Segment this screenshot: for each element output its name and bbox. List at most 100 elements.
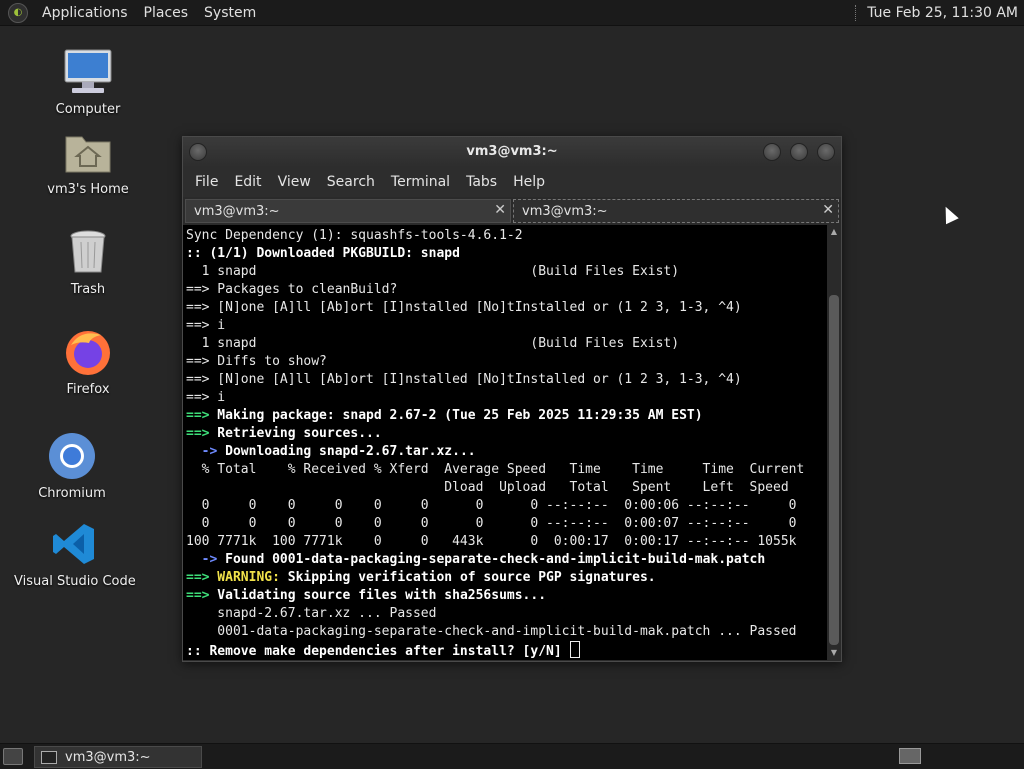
- tab-1[interactable]: vm3@vm3:~ ✕: [185, 199, 511, 223]
- home-folder-icon: [60, 124, 116, 180]
- terminal-text: ==>: [186, 588, 210, 603]
- terminal-text: Validating source files with sha256sums.…: [209, 588, 547, 603]
- desktop-icon-label: Firefox: [66, 382, 110, 397]
- terminal-text: ==> i: [186, 318, 226, 333]
- trash-icon: [60, 224, 116, 280]
- desktop-icon-label: vm3's Home: [47, 182, 129, 197]
- terminal-text: snapd-2.67.tar.xz ... Passed: [186, 606, 437, 621]
- tab-bar: vm3@vm3:~ ✕ vm3@vm3:~ ✕: [183, 197, 959, 225]
- system-menu[interactable]: System: [196, 5, 264, 21]
- tab-label: vm3@vm3:~: [194, 203, 280, 219]
- minimize-button[interactable]: [763, 143, 781, 161]
- terminal-line: 0 0 0 0 0 0 0 0 --:--:-- 0:00:07 --:--:-…: [186, 515, 827, 533]
- desktop-icon-computer[interactable]: Computer: [28, 44, 148, 117]
- terminal-line: ==> [N]one [A]ll [Ab]ort [I]nstalled [No…: [186, 371, 827, 389]
- terminal-text: Making package: snapd 2.67-2 (Tue 25 Feb…: [209, 408, 703, 423]
- chromium-icon: [44, 428, 100, 484]
- terminal-text: Dload Upload Total Spent Left Speed: [186, 480, 789, 495]
- terminal-line: ==> [N]one [A]ll [Ab]ort [I]nstalled [No…: [186, 299, 827, 317]
- distro-logo-icon[interactable]: ◐: [8, 2, 28, 23]
- desktop-icon-firefox[interactable]: Firefox: [28, 324, 148, 397]
- terminal-text: :: (1/1) Downloaded PKGBUILD: snapd: [186, 246, 460, 261]
- terminal-line: % Total % Received % Xferd Average Speed…: [186, 461, 827, 479]
- menu-bar: File Edit View Search Terminal Tabs Help: [183, 167, 841, 197]
- terminal-text: ==> [N]one [A]ll [Ab]ort [I]nstalled [No…: [186, 300, 742, 315]
- desktop-icon-label: Visual Studio Code: [14, 574, 136, 589]
- terminal-line: 1 snapd (Build Files Exist): [186, 335, 827, 353]
- tab-2[interactable]: vm3@vm3:~ ✕: [513, 199, 959, 225]
- desktop-icon-home[interactable]: vm3's Home: [28, 124, 148, 197]
- workspace-switcher[interactable]: [899, 748, 921, 764]
- terminal-window: vm3@vm3:~ File Edit View Search Terminal…: [182, 136, 959, 662]
- tab-close-icon[interactable]: ✕: [494, 202, 506, 218]
- terminal-line: -> Found 0001-data-packaging-separate-ch…: [186, 551, 827, 569]
- terminal-text: 0 0 0 0 0 0 0 0 --:--:-- 0:00:07 --:--:-…: [186, 516, 797, 531]
- computer-icon: [60, 44, 116, 100]
- terminal-text: Downloading snapd-2.67.tar.xz...: [217, 444, 476, 459]
- terminal-text: 100 7771k 100 7771k 0 0 443k 0 0:00:17 0…: [186, 534, 797, 549]
- terminal-line: ==> Diffs to show?: [186, 353, 827, 371]
- taskbar-window-label: vm3@vm3:~: [65, 749, 151, 765]
- menu-tabs[interactable]: Tabs: [458, 174, 505, 190]
- terminal-text: WARNING:: [209, 570, 280, 585]
- terminal-text: % Total % Received % Xferd Average Speed…: [186, 462, 805, 477]
- terminal-line: Dload Upload Total Spent Left Speed: [186, 479, 827, 497]
- taskbar-window-button[interactable]: vm3@vm3:~: [34, 746, 202, 768]
- terminal-text: :: Remove make dependencies after instal…: [186, 644, 570, 659]
- scroll-up-icon[interactable]: ▲: [829, 227, 839, 237]
- terminal-line: ==> WARNING: Skipping verification of so…: [186, 569, 827, 587]
- window-title: vm3@vm3:~: [466, 144, 558, 159]
- desktop-icon-trash[interactable]: Trash: [28, 224, 148, 297]
- scrollbar-thumb[interactable]: [829, 295, 839, 645]
- desktop-icon-label: Trash: [70, 282, 106, 297]
- terminal-lines: Sync Dependency (1): squashfs-tools-4.6.…: [183, 225, 827, 659]
- menu-edit[interactable]: Edit: [226, 174, 269, 190]
- terminal-text: 1 snapd (Build Files Exist): [186, 264, 680, 279]
- firefox-icon: [60, 324, 116, 380]
- terminal-output[interactable]: Sync Dependency (1): squashfs-tools-4.6.…: [183, 225, 827, 660]
- title-bar[interactable]: vm3@vm3:~: [183, 137, 841, 167]
- terminal-icon: [41, 750, 57, 764]
- terminal-line: ==> i: [186, 389, 827, 407]
- top-panel: ◐ Applications Places System Tue Feb 25,…: [0, 0, 1024, 26]
- terminal-text: 0001-data-packaging-separate-check-and-i…: [186, 624, 797, 639]
- terminal-line: Sync Dependency (1): squashfs-tools-4.6.…: [186, 227, 827, 245]
- menu-search[interactable]: Search: [319, 174, 383, 190]
- terminal-line: 0 0 0 0 0 0 0 0 --:--:-- 0:00:06 --:--:-…: [186, 497, 827, 515]
- terminal-line: 0001-data-packaging-separate-check-and-i…: [186, 623, 827, 641]
- terminal-text: Found 0001-data-packaging-separate-check…: [217, 552, 766, 567]
- desktop-icon-chromium[interactable]: Chromium: [12, 428, 132, 501]
- desktop-icon-vscode[interactable]: Visual Studio Code: [14, 516, 136, 589]
- terminal-text: ->: [186, 552, 218, 567]
- desktop-icon-label: Chromium: [38, 486, 106, 501]
- scroll-down-icon[interactable]: ▼: [829, 648, 839, 658]
- terminal-line: snapd-2.67.tar.xz ... Passed: [186, 605, 827, 623]
- terminal-text: ==> Diffs to show?: [186, 354, 327, 369]
- clock[interactable]: Tue Feb 25, 11:30 AM: [867, 5, 1024, 21]
- places-menu[interactable]: Places: [136, 5, 197, 21]
- vscode-icon: [46, 516, 102, 572]
- desktop-icon-label: Computer: [55, 102, 121, 117]
- terminal-line: ==> i: [186, 317, 827, 335]
- terminal-line: ==> Validating source files with sha256s…: [186, 587, 827, 605]
- terminal-line: ==> Retrieving sources...: [186, 425, 827, 443]
- terminal-text: ==>: [186, 426, 210, 441]
- menu-help[interactable]: Help: [505, 174, 553, 190]
- mouse-cursor-icon: [939, 203, 959, 225]
- show-desktop-button[interactable]: [3, 748, 23, 765]
- menu-file[interactable]: File: [187, 174, 226, 190]
- panel-separator: [855, 4, 859, 21]
- terminal-line: ==> Making package: snapd 2.67-2 (Tue 25…: [186, 407, 827, 425]
- terminal-scrollbar[interactable]: ▲ ▼: [827, 225, 841, 660]
- menu-view[interactable]: View: [270, 174, 319, 190]
- terminal-text: Sync Dependency (1): squashfs-tools-4.6.…: [186, 228, 523, 243]
- tab-close-icon[interactable]: ✕: [822, 202, 834, 218]
- close-button[interactable]: [817, 143, 835, 161]
- terminal-text: 0 0 0 0 0 0 0 0 --:--:-- 0:00:06 --:--:-…: [186, 498, 797, 513]
- maximize-button[interactable]: [790, 143, 808, 161]
- terminal-text: Skipping verification of source PGP sign…: [279, 570, 656, 585]
- menu-terminal[interactable]: Terminal: [383, 174, 458, 190]
- terminal-text: ==> Packages to cleanBuild?: [186, 282, 398, 297]
- tab-label: vm3@vm3:~: [522, 203, 608, 219]
- applications-menu[interactable]: Applications: [34, 5, 136, 21]
